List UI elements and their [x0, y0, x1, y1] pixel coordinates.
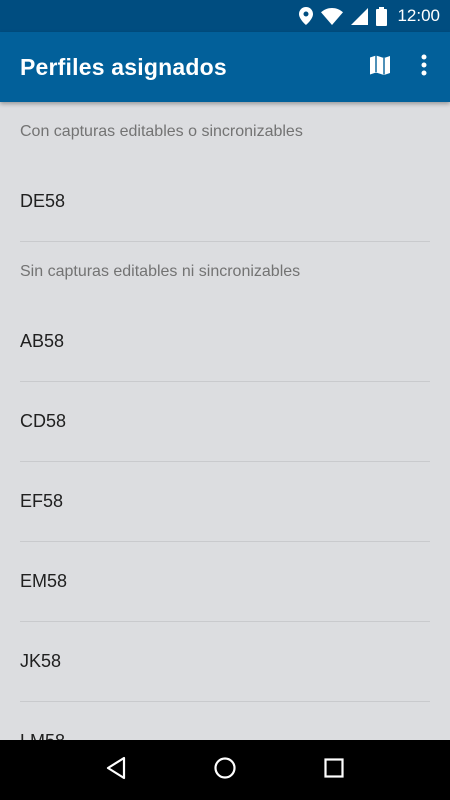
recents-button[interactable] [310, 746, 358, 794]
more-vert-icon [421, 54, 427, 81]
status-bar: 12:00 [0, 0, 450, 32]
app-bar-actions [356, 43, 450, 91]
navigation-bar [0, 740, 450, 800]
list-item[interactable]: DE58 [20, 162, 430, 242]
signal-icon [351, 7, 369, 25]
battery-icon [376, 6, 388, 26]
page-title: Perfiles asignados [20, 53, 227, 80]
list-item[interactable]: AB58 [20, 302, 430, 382]
app-bar: Perfiles asignados [0, 32, 450, 102]
list-item[interactable]: LM58 [20, 702, 430, 740]
map-icon [368, 53, 392, 82]
section-header-editable: Con capturas editables o sincronizables [20, 123, 303, 140]
section-header-non-editable: Sin capturas editables ni sincronizables [20, 263, 301, 280]
list-item[interactable]: JK58 [20, 622, 430, 702]
wifi-icon [321, 7, 344, 25]
profile-list[interactable]: Con capturas editables o sincronizables … [0, 102, 450, 740]
home-button[interactable] [201, 746, 249, 794]
location-icon [299, 7, 314, 25]
more-options-button[interactable] [404, 43, 444, 91]
status-time: 12:00 [397, 6, 440, 25]
back-button[interactable] [92, 746, 140, 794]
map-button[interactable] [356, 43, 404, 91]
recents-icon [323, 757, 345, 784]
list-item[interactable]: CD58 [20, 382, 430, 462]
list-item[interactable]: EF58 [20, 462, 430, 542]
back-icon [105, 756, 127, 785]
home-icon [213, 756, 237, 785]
list-item[interactable]: EM58 [20, 542, 430, 622]
